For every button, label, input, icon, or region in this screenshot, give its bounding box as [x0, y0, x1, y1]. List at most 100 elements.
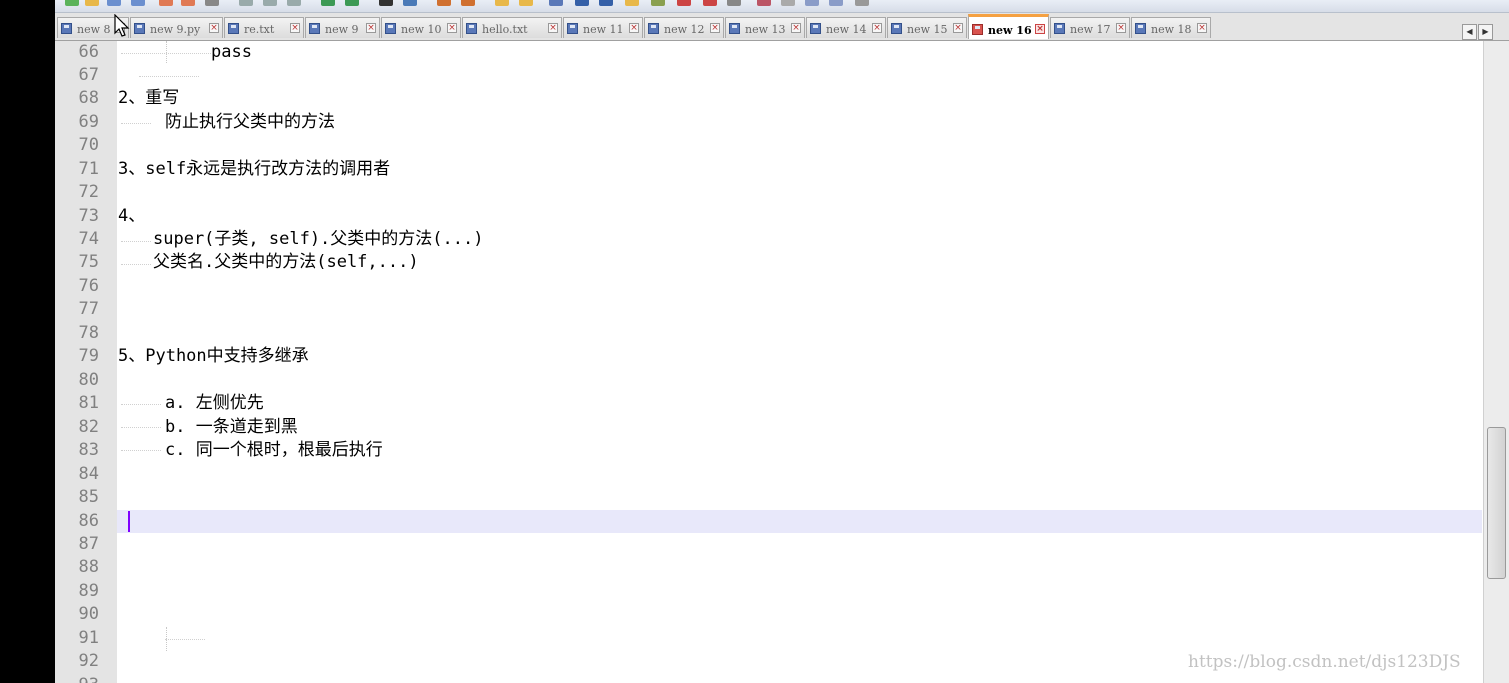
code-line[interactable]: 父类名.父类中的方法(self,...) — [153, 251, 419, 274]
tab-label: new 17 — [1070, 23, 1111, 36]
open-file-icon[interactable] — [85, 0, 99, 6]
tab-new-9-py[interactable]: new 9.py × — [130, 17, 223, 38]
sync-h-icon[interactable] — [519, 0, 533, 6]
arrow-right-icon[interactable]: ▶ — [1478, 24, 1493, 40]
editor-window: new 8 × new 9.py × re.txt × new 9 × new … — [55, 0, 1509, 683]
code-line[interactable]: 5、Python中支持多继承 — [118, 345, 309, 368]
close-icon[interactable]: × — [548, 23, 558, 33]
text-editor[interactable]: 66 67 68 69 70 71 72 73 74 75 76 77 78 7… — [55, 41, 1483, 683]
close-icon[interactable]: × — [629, 23, 639, 33]
lang-icon[interactable] — [625, 0, 639, 6]
line-number: 88 — [78, 557, 99, 577]
close-icon[interactable]: × — [447, 23, 457, 33]
tab-new-11[interactable]: new 11 × — [563, 17, 643, 38]
close-icon[interactable]: × — [290, 23, 300, 33]
close-icon[interactable]: × — [872, 23, 882, 33]
macro-record-icon[interactable] — [703, 0, 717, 6]
macro-play-icon[interactable] — [757, 0, 771, 6]
redo-icon[interactable] — [345, 0, 359, 6]
line-number: 66 — [78, 42, 99, 62]
indent-guide-icon[interactable] — [599, 0, 613, 6]
close-icon[interactable]: × — [791, 23, 801, 33]
replace-icon[interactable] — [403, 0, 417, 6]
code-line[interactable]: a. 左侧优先 — [165, 392, 264, 415]
close-icon[interactable]: × — [1035, 24, 1045, 34]
macro-stop-icon[interactable] — [727, 0, 741, 6]
tab-new-16[interactable]: new 16 × — [968, 14, 1049, 39]
zoom-out-icon[interactable] — [461, 0, 475, 6]
close-icon[interactable]: × — [1197, 23, 1207, 33]
show-all-chars-icon[interactable] — [575, 0, 589, 6]
function-list-icon[interactable] — [677, 0, 691, 6]
tab-new-15[interactable]: new 15 × — [887, 17, 967, 38]
code-line[interactable]: 3、self永远是执行改方法的调用者 — [118, 158, 390, 181]
doc-map-icon[interactable] — [651, 0, 665, 6]
watermark: https://blog.csdn.net/djs123DJS — [1188, 652, 1461, 672]
close-icon[interactable]: × — [953, 23, 963, 33]
vertical-scrollbar[interactable] — [1483, 41, 1509, 683]
spell-icon[interactable] — [829, 0, 843, 6]
line-number: 67 — [78, 65, 99, 85]
text-caret — [128, 511, 130, 532]
tab-new-14[interactable]: new 14 × — [806, 17, 886, 38]
paste-icon[interactable] — [287, 0, 301, 6]
tab-new-17[interactable]: new 17 × — [1050, 17, 1130, 38]
tab-hello-txt[interactable]: hello.txt × — [462, 17, 562, 38]
find-icon[interactable] — [379, 0, 393, 6]
code-line[interactable]: 2、重写 — [118, 87, 179, 110]
line-number: 85 — [78, 487, 99, 507]
print-icon[interactable] — [205, 0, 219, 6]
disk-icon — [134, 23, 145, 34]
code-line[interactable]: 防止执行父类中的方法 — [165, 111, 335, 134]
tab-label: new 18 — [1151, 23, 1192, 36]
code-line[interactable]: super(子类, self).父类中的方法(...) — [153, 228, 483, 251]
code-line[interactable]: pass — [211, 41, 252, 64]
tab-new-13[interactable]: new 13 × — [725, 17, 805, 38]
disk-icon — [810, 23, 821, 34]
extra-icon[interactable] — [855, 0, 869, 6]
tab-new-9[interactable]: new 9 × — [305, 17, 380, 38]
line-number: 74 — [78, 229, 99, 249]
line-number: 90 — [78, 604, 99, 624]
save-all-icon[interactable] — [131, 0, 145, 6]
close-icon[interactable]: × — [209, 23, 219, 33]
close-file-icon[interactable] — [159, 0, 173, 6]
macro-play-multi-icon[interactable] — [781, 0, 795, 6]
toolbar — [55, 0, 1509, 13]
disk-icon — [309, 23, 320, 34]
whitespace-dots — [121, 427, 161, 429]
close-icon[interactable]: × — [366, 23, 376, 33]
code-line[interactable]: b. 一条道走到黑 — [165, 416, 298, 439]
tab-label: hello.txt — [482, 23, 528, 36]
disk-icon — [1135, 23, 1146, 34]
whitespace-dots — [165, 639, 205, 641]
arrow-left-icon[interactable]: ◀ — [1462, 24, 1477, 40]
tab-label: new 13 — [745, 23, 786, 36]
tab-new-18[interactable]: new 18 × — [1131, 17, 1211, 38]
close-icon[interactable]: × — [710, 23, 720, 33]
line-number: 91 — [78, 628, 99, 648]
sync-v-icon[interactable] — [495, 0, 509, 6]
cut-icon[interactable] — [239, 0, 253, 6]
line-number: 86 — [78, 511, 99, 531]
scrollbar-thumb[interactable] — [1487, 427, 1506, 579]
word-wrap-icon[interactable] — [549, 0, 563, 6]
new-file-icon[interactable] — [65, 0, 79, 6]
close-icon[interactable]: × — [1116, 23, 1126, 33]
whitespace-dots — [121, 53, 211, 55]
line-number: 68 — [78, 88, 99, 108]
code-line[interactable]: c. 同一个根时，根最后执行 — [165, 439, 383, 462]
undo-icon[interactable] — [321, 0, 335, 6]
tab-re-txt[interactable]: re.txt × — [224, 17, 304, 38]
tab-label: new 12 — [664, 23, 705, 36]
code-line[interactable]: 4、 — [118, 205, 145, 228]
copy-icon[interactable] — [263, 0, 277, 6]
macro-save-icon[interactable] — [805, 0, 819, 6]
zoom-in-icon[interactable] — [437, 0, 451, 6]
tab-new-12[interactable]: new 12 × — [644, 17, 724, 38]
tab-new-10[interactable]: new 10 × — [381, 17, 461, 38]
save-icon[interactable] — [107, 0, 121, 6]
line-number: 81 — [78, 393, 99, 413]
close-all-icon[interactable] — [181, 0, 195, 6]
line-number: 79 — [78, 346, 99, 366]
